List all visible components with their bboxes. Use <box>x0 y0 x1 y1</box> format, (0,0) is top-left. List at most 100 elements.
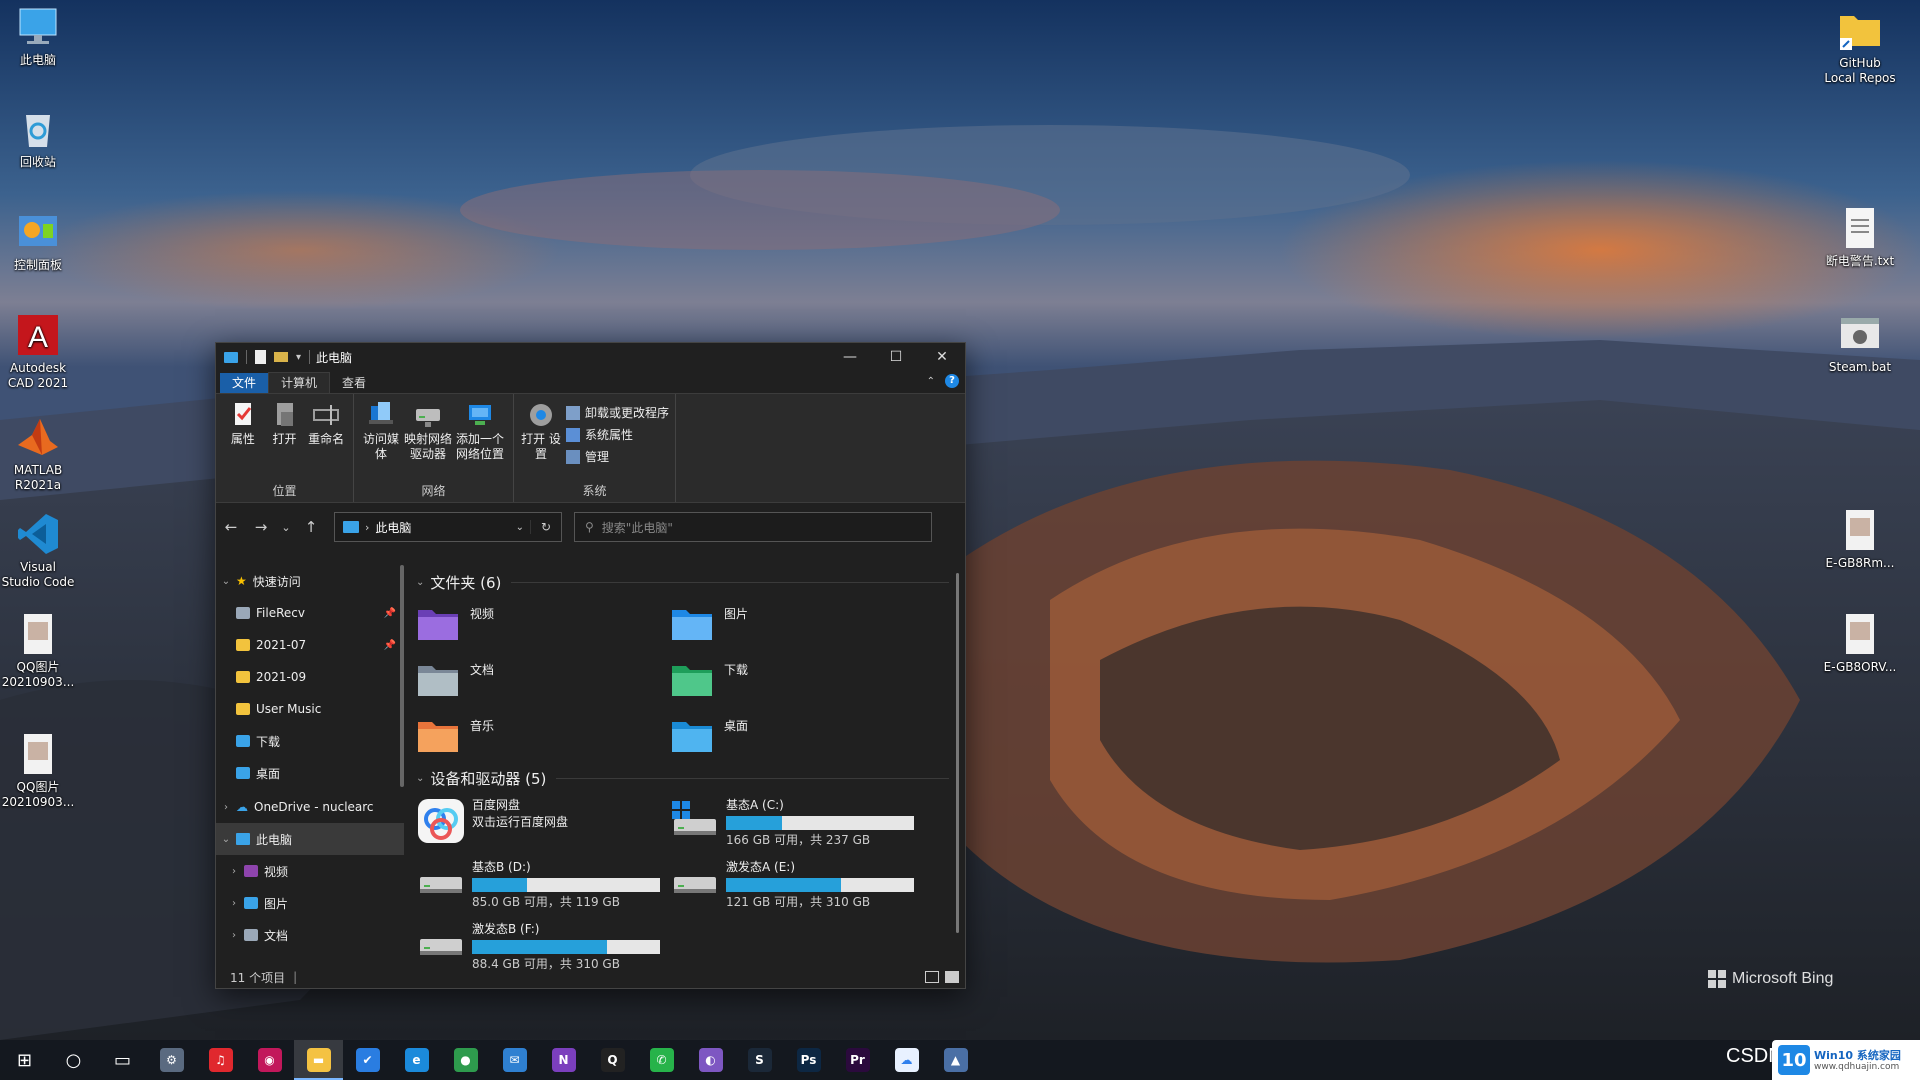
nav-quick-item[interactable]: 2021-07 📌 <box>216 629 404 661</box>
folder-item[interactable]: 文档 <box>416 655 670 703</box>
pin-icon[interactable]: 📌 <box>384 608 396 619</box>
nav-quick-item[interactable]: 下载 <box>216 725 404 757</box>
drive-item[interactable]: 基态A (C:) 166 GB 可用，共 237 GB <box>670 797 924 851</box>
folder-item[interactable]: 桌面 <box>670 711 924 759</box>
title-bar[interactable]: ▾ 此电脑 — ☐ ✕ <box>216 343 965 371</box>
content-pane[interactable]: ⌄ 文件夹 (6) 视频 图片 文档 下载 音乐 桌面 ⌄ 设备和驱动器 (5) 百度网盘… <box>404 561 965 971</box>
expand-chevron-icon[interactable]: ⌄ <box>216 576 236 587</box>
maximize-button[interactable]: ☐ <box>873 343 919 371</box>
close-button[interactable]: ✕ <box>919 343 965 371</box>
folder-item[interactable]: 图片 <box>670 599 924 647</box>
nav-quick-item[interactable]: 桌面 <box>216 757 404 789</box>
search-input[interactable]: ⚲ 搜索"此电脑" <box>574 512 932 542</box>
help-icon[interactable]: ? <box>945 374 959 388</box>
folder-item[interactable]: 下载 <box>670 655 924 703</box>
expand-chevron-icon[interactable]: › <box>224 930 244 941</box>
desktop-icon-item[interactable]: QQ图片 20210903... <box>0 732 76 810</box>
recent-locations-chevron-icon[interactable]: ⌄ <box>276 521 296 534</box>
folders-section-header[interactable]: ⌄ 文件夹 (6) <box>416 569 965 595</box>
collapse-chevron-icon[interactable]: ⌄ <box>416 577 424 588</box>
github-app[interactable]: ◐ <box>686 1040 735 1080</box>
baidu-netdisk-item[interactable]: 百度网盘 双击运行百度网盘 <box>416 797 670 851</box>
premiere-app[interactable]: Pr <box>833 1040 882 1080</box>
tab-view[interactable]: 查看 <box>330 373 378 393</box>
details-view-icon[interactable] <box>925 971 939 983</box>
navigation-pane[interactable]: ⌄ ★ 快速访问 FileRecv 📌 2021-07 📌 2021-09 User Mu… <box>216 561 404 966</box>
refresh-icon[interactable]: ↻ <box>530 520 561 534</box>
nav-this-pc[interactable]: ⌄ 此电脑 <box>216 823 404 855</box>
content-scrollbar[interactable] <box>956 573 959 933</box>
nav-quick-item[interactable]: FileRecv 📌 <box>216 597 404 629</box>
desktop-icon-item[interactable]: 回收站 <box>0 107 76 170</box>
steam-app[interactable]: S <box>735 1040 784 1080</box>
qq-app[interactable]: Q <box>588 1040 637 1080</box>
desktop-icon-item[interactable]: MATLAB R2021a <box>0 415 76 493</box>
address-bar[interactable]: › 此电脑 ⌄ ↻ <box>334 512 562 542</box>
file-explorer-window[interactable]: ▾ 此电脑 — ☐ ✕ 文件 计算机 查看 ⌃ ? 属性 打开 重命名 位置 访… <box>215 342 966 989</box>
devices-section-header[interactable]: ⌄ 设备和驱动器 (5) <box>416 765 965 791</box>
tab-computer[interactable]: 计算机 <box>268 372 331 393</box>
nav-onedrive[interactable]: › ☁ OneDrive - nuclearc <box>216 791 404 823</box>
nav-quick-item[interactable]: 2021-09 <box>216 661 404 693</box>
desktop-icon-item[interactable]: A Autodesk CAD 2021 <box>0 313 76 391</box>
forward-arrow-icon[interactable]: → <box>246 518 276 536</box>
expand-chevron-icon[interactable]: ⌄ <box>216 834 236 845</box>
collapse-chevron-icon[interactable]: ⌄ <box>416 773 424 784</box>
desktop-icon-label: E-GB8Rm... <box>1825 556 1895 570</box>
settings-app[interactable]: ⚙ <box>147 1040 196 1080</box>
todo-app[interactable]: ✔ <box>343 1040 392 1080</box>
nav-pc-child[interactable]: › 视频 <box>216 855 404 887</box>
uninstall-program-button[interactable]: 卸载或更改程序 <box>566 404 669 421</box>
desktop-icon-item[interactable]: 控制面板 <box>0 210 76 273</box>
folder-item[interactable]: 音乐 <box>416 711 670 759</box>
breadcrumb-this-pc[interactable]: 此电脑 <box>375 519 411 536</box>
task-view-button[interactable]: ▭ <box>98 1040 147 1080</box>
back-arrow-icon[interactable]: ← <box>216 518 246 536</box>
baidu-netdisk-app[interactable]: ☁ <box>882 1040 931 1080</box>
minimize-button[interactable]: — <box>827 343 873 371</box>
properties-check-icon[interactable] <box>255 350 266 364</box>
start-button[interactable]: ⊞ <box>0 1040 49 1080</box>
system-properties-button[interactable]: 系统属性 <box>566 426 669 443</box>
desktop-icon-item[interactable]: 此电脑 <box>0 5 76 68</box>
netease-music-app[interactable]: ♫ <box>196 1040 245 1080</box>
breadcrumb-chevron-icon[interactable]: › <box>365 521 369 534</box>
expand-chevron-icon[interactable]: › <box>224 898 244 909</box>
desktop-icon-item[interactable]: 断电警告.txt <box>1822 206 1898 269</box>
photos-app[interactable]: ▲ <box>931 1040 980 1080</box>
new-folder-icon[interactable] <box>274 352 288 362</box>
search-button[interactable]: ○ <box>49 1040 98 1080</box>
onenote-app[interactable]: N <box>539 1040 588 1080</box>
address-dropdown-icon[interactable]: ⌄ <box>516 522 524 533</box>
desktop-icon-item[interactable]: QQ图片 20210903... <box>0 612 76 690</box>
large-icons-view-icon[interactable] <box>945 971 959 983</box>
manage-button[interactable]: 管理 <box>566 448 669 465</box>
pin-icon[interactable]: 📌 <box>384 640 396 651</box>
nav-pc-child[interactable]: › 图片 <box>216 887 404 919</box>
customize-qat-icon[interactable]: ▾ <box>296 352 301 363</box>
drive-item[interactable]: 激发态A (E:) 121 GB 可用，共 310 GB <box>670 859 924 913</box>
photoshop-app[interactable]: Ps <box>784 1040 833 1080</box>
tab-file[interactable]: 文件 <box>220 373 269 393</box>
file-explorer-app[interactable]: ▬ <box>294 1040 343 1080</box>
nav-quick-access[interactable]: ⌄ ★ 快速访问 <box>216 565 404 597</box>
drive-item[interactable]: 基态B (D:) 85.0 GB 可用，共 119 GB <box>416 859 670 913</box>
ribbon-tabs: 文件 计算机 查看 ⌃ ? <box>216 371 965 393</box>
music-player-app[interactable]: ◉ <box>245 1040 294 1080</box>
expand-chevron-icon[interactable]: › <box>216 802 236 813</box>
collapse-ribbon-icon[interactable]: ⌃ <box>927 376 935 387</box>
chrome-app[interactable]: ● <box>441 1040 490 1080</box>
expand-chevron-icon[interactable]: › <box>224 866 244 877</box>
wechat-app[interactable]: ✆ <box>637 1040 686 1080</box>
desktop-icon-item[interactable]: E-GB8Rm... <box>1822 508 1898 571</box>
desktop-icon-item[interactable]: Visual Studio Code <box>0 512 76 590</box>
desktop-icon-item[interactable]: GitHub Local Repos <box>1822 8 1898 86</box>
mail-app[interactable]: ✉ <box>490 1040 539 1080</box>
nav-pc-child[interactable]: › 文档 <box>216 919 404 951</box>
nav-quick-item[interactable]: User Music <box>216 693 404 725</box>
edge-app[interactable]: e <box>392 1040 441 1080</box>
folder-item[interactable]: 视频 <box>416 599 670 647</box>
desktop-icon-item[interactable]: Steam.bat <box>1822 312 1898 375</box>
up-arrow-icon[interactable]: ↑ <box>296 518 326 536</box>
desktop-icon-item[interactable]: E-GB8ORV... <box>1822 612 1898 675</box>
